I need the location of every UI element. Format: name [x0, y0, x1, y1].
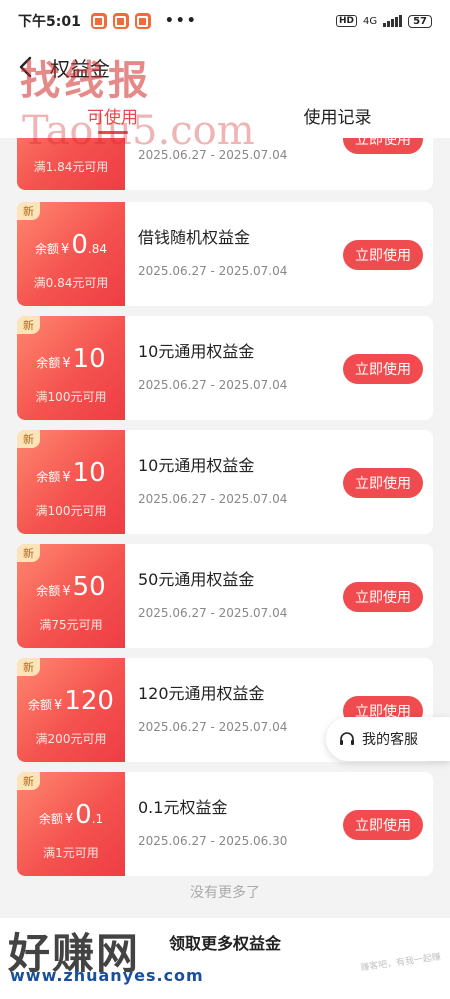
currency-symbol: ¥ — [64, 812, 74, 827]
coupon-min-use: 满1元可用 — [43, 846, 99, 860]
tab-available[interactable]: 可使用 — [0, 92, 225, 138]
coupon-card: 新 余额 ¥10 满100元可用 10元通用权益金 2025.06.27 - 20… — [17, 316, 433, 420]
page-title: 权益金 — [50, 56, 110, 81]
network-label: 4G — [362, 15, 378, 27]
currency-symbol: ¥ — [61, 242, 70, 257]
coupon-ticket: 满1.84元可用 — [17, 138, 130, 190]
new-badge: 新 — [17, 202, 40, 220]
new-badge: 新 — [17, 772, 40, 790]
battery-icon: 57 — [408, 14, 432, 28]
use-now-button[interactable]: 立即使用 — [343, 354, 423, 384]
amount-value: 0 — [71, 230, 88, 260]
amount-prefix: 余额 — [36, 584, 61, 598]
headset-icon — [340, 732, 354, 745]
tab-usage-history[interactable]: 使用记录 — [225, 92, 450, 138]
coupon-name: 50元通用权益金 — [138, 570, 255, 589]
status-bar: 下午5:01 ••• HD 4G 57 — [0, 0, 450, 42]
coupon-ticket: 新 余额 ¥120 满200元可用 — [17, 658, 130, 762]
customer-service-button[interactable]: 我的客服 — [326, 717, 450, 761]
coupon-name: 10元通用权益金 — [138, 456, 255, 475]
new-badge: 新 — [17, 430, 40, 448]
coupon-name: 借钱随机权益金 — [138, 228, 251, 247]
coupon-ticket: 新 余额 ¥50 满75元可用 — [17, 544, 130, 648]
coupon-ticket: 新 余额 ¥0.84 满0.84元可用 — [17, 202, 130, 306]
coupon-name: 120元通用权益金 — [138, 684, 265, 703]
new-badge: 新 — [17, 316, 40, 334]
coupon-name: 10元通用权益金 — [138, 342, 255, 361]
amount-value: 120 — [64, 686, 114, 716]
coupon-ticket: 新 余额 ¥10 满100元可用 — [17, 316, 130, 420]
coupon-name: 0.1元权益金 — [138, 798, 228, 817]
currency-symbol: ¥ — [62, 356, 71, 371]
notification-app-icon — [134, 13, 151, 29]
amount-prefix: 余额 — [38, 812, 63, 826]
coupon-amount: 余额 ¥0.84 — [17, 230, 125, 260]
hd-icon: HD — [335, 15, 357, 27]
coupon-list[interactable]: 满1.84元可用 2025.06.27 - 2025.07.04 立即使用 新 … — [17, 138, 433, 878]
amount-prefix: 余额 — [28, 698, 53, 712]
coupon-date: 2025.06.27 - 2025.07.04 — [138, 720, 288, 734]
amount-prefix: 余额 — [35, 242, 60, 256]
coupon-min-use: 满0.84元可用 — [33, 276, 109, 290]
coupon-card: 满1.84元可用 2025.06.27 - 2025.07.04 立即使用 — [17, 138, 433, 190]
get-more-button[interactable]: 领取更多权益金 — [0, 930, 450, 954]
amount-decimal: .84 — [87, 242, 107, 256]
coupon-card: 新 余额 ¥10 满100元可用 10元通用权益金 2025.06.27 - 20… — [17, 430, 433, 534]
coupon-date: 2025.06.27 - 2025.07.04 — [138, 378, 288, 392]
new-badge: 新 — [17, 658, 40, 676]
coupon-min-use: 满75元可用 — [39, 618, 103, 632]
use-now-button[interactable]: 立即使用 — [343, 138, 423, 154]
new-badge: 新 — [17, 544, 40, 562]
coupon-min-use: 满200元可用 — [35, 732, 107, 746]
coupon-date: 2025.06.27 - 2025.07.04 — [138, 492, 288, 506]
page-header: 权益金 — [0, 42, 450, 92]
coupon-amount: 余额 ¥120 — [17, 686, 125, 716]
amount-value: 50 — [72, 572, 106, 602]
coupon-min-use: 满100元可用 — [35, 504, 107, 518]
tab-bar: 可使用 使用记录 — [0, 92, 450, 138]
notification-app-icon — [90, 13, 107, 29]
coupon-date: 2025.06.27 - 2025.07.04 — [138, 606, 288, 620]
chevron-left-icon — [19, 56, 32, 78]
coupon-date: 2025.06.27 - 2025.06.30 — [138, 834, 288, 848]
use-now-button[interactable]: 立即使用 — [343, 810, 423, 840]
no-more-text: 没有更多了 — [190, 885, 260, 901]
coupon-amount: 余额 ¥50 — [17, 572, 125, 602]
amount-prefix: 余额 — [36, 470, 61, 484]
signal-icon — [383, 15, 403, 27]
coupon-date: 2025.06.27 - 2025.07.04 — [138, 264, 288, 278]
customer-service-label: 我的客服 — [362, 732, 418, 748]
coupon-amount: 余额 ¥0.1 — [17, 800, 125, 830]
coupon-min-use: 满1.84元可用 — [33, 160, 109, 174]
status-time: 下午5:01 — [18, 14, 81, 30]
currency-symbol: ¥ — [62, 470, 71, 485]
coupon-card: 新 余额 ¥50 满75元可用 50元通用权益金 2025.06.27 - 202… — [17, 544, 433, 648]
amount-prefix: 余额 — [36, 356, 61, 370]
notification-app-icon — [112, 13, 129, 29]
currency-symbol: ¥ — [62, 584, 71, 599]
coupon-ticket: 新 余额 ¥0.1 满1元可用 — [17, 772, 130, 876]
amount-value: 10 — [72, 458, 106, 488]
coupon-ticket: 新 余额 ¥10 满100元可用 — [17, 430, 130, 534]
more-notifications-icon: ••• — [164, 13, 198, 29]
amount-value: 10 — [72, 344, 106, 374]
coupon-amount: 余额 ¥10 — [17, 344, 125, 374]
coupon-amount: 余额 ¥10 — [17, 458, 125, 488]
coupon-date: 2025.06.27 - 2025.07.04 — [138, 148, 288, 162]
coupon-min-use: 满100元可用 — [35, 390, 107, 404]
amount-decimal: .1 — [91, 812, 104, 826]
bottom-bar: 领取更多权益金 — [0, 918, 450, 999]
back-button[interactable] — [0, 42, 50, 92]
coupon-card: 新 余额 ¥0.84 满0.84元可用 借钱随机权益金 2025.06.27 - … — [17, 202, 433, 306]
currency-symbol: ¥ — [54, 698, 63, 713]
coupon-card: 新 余额 ¥0.1 满1元可用 0.1元权益金 2025.06.27 - 2025… — [17, 772, 433, 876]
amount-value: 0 — [75, 800, 92, 830]
use-now-button[interactable]: 立即使用 — [343, 240, 423, 270]
use-now-button[interactable]: 立即使用 — [343, 582, 423, 612]
use-now-button[interactable]: 立即使用 — [343, 468, 423, 498]
